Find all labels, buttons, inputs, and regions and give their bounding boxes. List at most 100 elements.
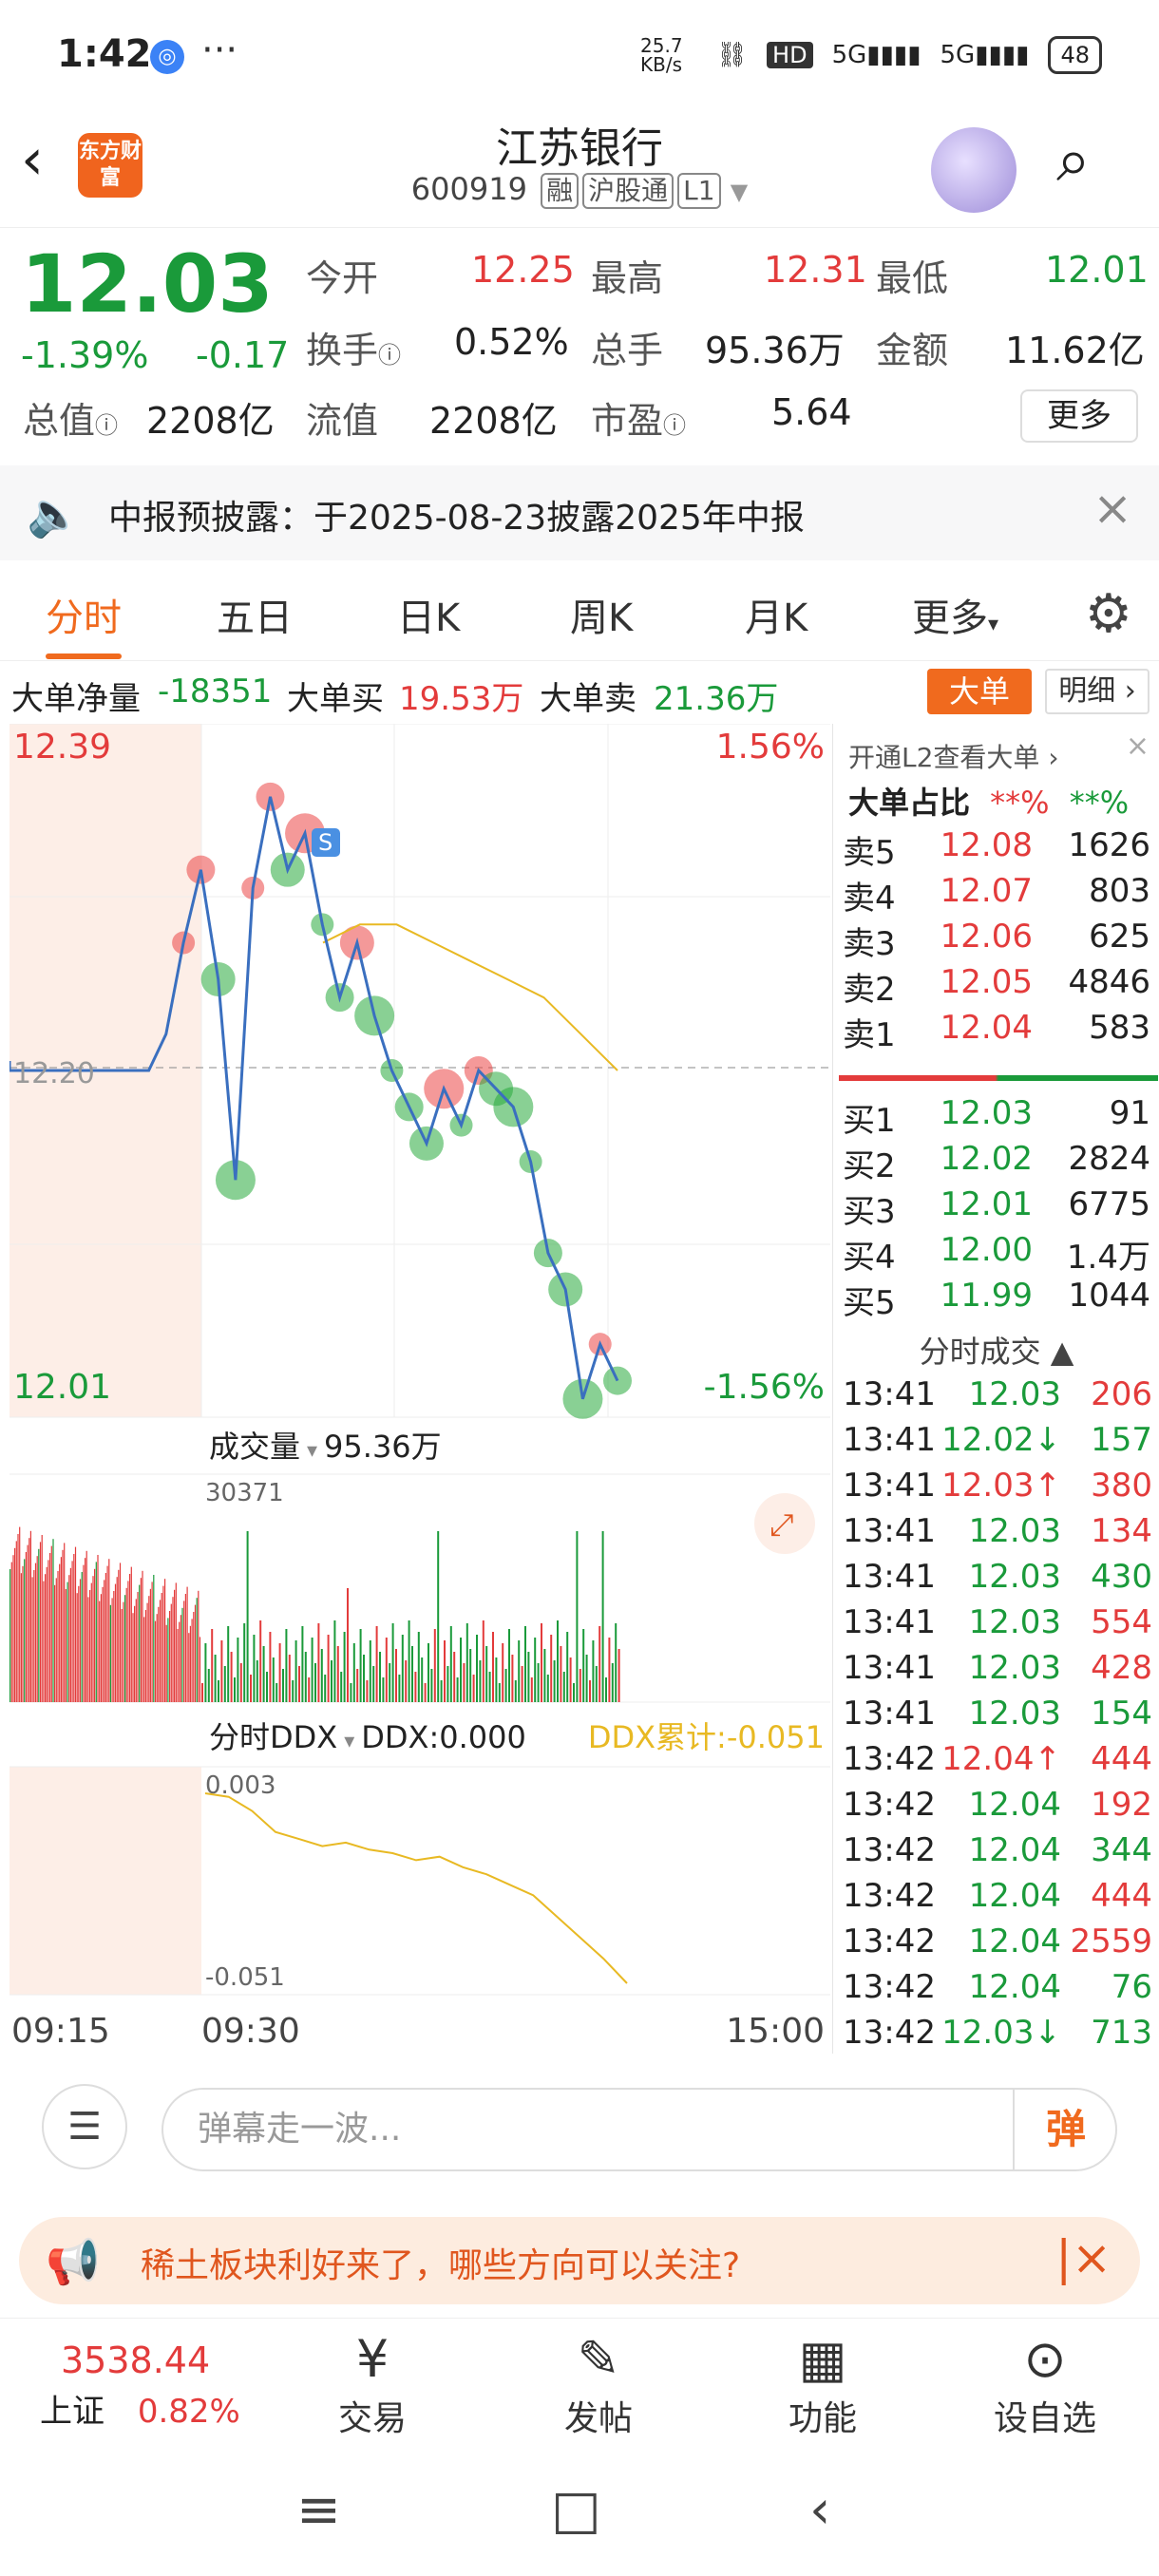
volume-bar — [121, 1609, 123, 1702]
tab-weekly-k[interactable]: 周K — [570, 587, 633, 642]
volume-bar — [41, 1535, 43, 1702]
trade-time: 13:41 — [843, 1695, 936, 1733]
trade-row[interactable]: 13:41 12.03 428 — [843, 1649, 1156, 1695]
sell-level-row[interactable]: 卖1 12.04 583 — [843, 1009, 1156, 1054]
volume-bar — [39, 1542, 42, 1702]
trade-row[interactable]: 13:41 12.02↓ 157 — [843, 1421, 1156, 1467]
volume-bar — [114, 1583, 117, 1702]
value-open: 12.25 — [471, 249, 575, 291]
danmu-toggle-button[interactable]: 弹 — [1013, 2088, 1117, 2171]
volume-bar — [189, 1625, 191, 1702]
trade-row[interactable]: 13:41 12.03 154 — [843, 1695, 1156, 1740]
tab-five-day[interactable]: 五日 — [217, 587, 293, 642]
value-pe: 5.64 — [771, 391, 852, 433]
volume-bar — [169, 1611, 171, 1702]
trade-volume: 154 — [1091, 1695, 1152, 1733]
level-price: 12.02 — [940, 1140, 1033, 1178]
search-icon[interactable]: ⌕ — [1056, 125, 1091, 196]
danmu-input[interactable]: 弹幕走一波... — [162, 2088, 1117, 2171]
trade-row[interactable]: 13:42 12.04 2559 — [843, 1923, 1156, 1968]
close-icon[interactable]: × — [1092, 481, 1132, 536]
report-notice[interactable]: 🔈 中报预披露：于2025-08-23披露2025年中报 × — [0, 465, 1159, 560]
home-icon[interactable]: □ — [551, 2479, 601, 2541]
l2-link[interactable]: 开通L2查看大单 › — [848, 737, 1059, 775]
volume-bar — [530, 1677, 533, 1702]
volume-bar — [385, 1638, 388, 1702]
volume-bar — [449, 1626, 452, 1702]
volume-bar — [19, 1526, 21, 1702]
sell-level-row[interactable]: 卖4 12.07 803 — [843, 872, 1156, 918]
gear-icon[interactable]: ⚙ — [1085, 583, 1132, 645]
index-ticker[interactable]: 3538.44 上证 0.82% — [40, 2339, 240, 2432]
volume-bar — [92, 1576, 94, 1702]
volume-bar — [453, 1652, 456, 1702]
buy-level-row[interactable]: 买2 12.02 2824 — [843, 1140, 1156, 1185]
volume-bar — [14, 1547, 16, 1702]
volume-bar — [184, 1594, 186, 1702]
info-icon[interactable]: ⓘ — [378, 342, 401, 369]
trade-row[interactable]: 13:42 12.04↑ 444 — [843, 1740, 1156, 1786]
volume-bar — [159, 1600, 162, 1702]
trade-row[interactable]: 13:42 12.04 192 — [843, 1786, 1156, 1831]
trade-row[interactable]: 13:42 12.03↓ 713 — [843, 2014, 1156, 2059]
status-time: 1:42 — [57, 32, 152, 76]
volume-bar — [615, 1623, 618, 1702]
trades-header[interactable]: 分时成交 ▲ — [833, 1328, 1159, 1372]
trade-volume: 344 — [1091, 1831, 1152, 1869]
tab-monthly-k[interactable]: 月K — [745, 587, 808, 642]
volume-bar — [324, 1675, 327, 1702]
info-icon[interactable]: ⓘ — [663, 412, 686, 439]
volume-bar — [350, 1683, 352, 1702]
buy-level-row[interactable]: 买3 12.01 6775 — [843, 1185, 1156, 1231]
value-float-cap: 2208亿 — [429, 400, 558, 442]
tab-more[interactable]: 更多▾ — [912, 587, 998, 642]
volume-bar — [444, 1640, 446, 1702]
buy-level-row[interactable]: 买1 12.03 91 — [843, 1094, 1156, 1140]
volume-bar — [52, 1539, 54, 1702]
sell-level-row[interactable]: 卖3 12.06 625 — [843, 918, 1156, 963]
trade-row[interactable]: 13:41 12.03↑ 380 — [843, 1467, 1156, 1512]
trade-row[interactable]: 13:41 12.03 206 — [843, 1375, 1156, 1421]
trade-row[interactable]: 13:41 12.03 430 — [843, 1558, 1156, 1603]
volume-bar — [87, 1597, 89, 1702]
trade-row[interactable]: 13:42 12.04 444 — [843, 1877, 1156, 1923]
volume-bar — [111, 1598, 113, 1702]
volume-bar — [469, 1649, 472, 1702]
trade-row[interactable]: 13:41 12.03 554 — [843, 1603, 1156, 1649]
volume-bar — [125, 1587, 127, 1702]
menu-icon[interactable]: ≡ — [296, 2479, 341, 2541]
trade-time: 13:41 — [843, 1603, 936, 1641]
tab-daily-k[interactable]: 日K — [397, 587, 460, 642]
sell-level-row[interactable]: 卖2 12.05 4846 — [843, 963, 1156, 1009]
buy-level-row[interactable]: 买5 11.99 1044 — [843, 1277, 1156, 1322]
nav-add-watchlist[interactable]: ⊙ 设自选 — [978, 2328, 1112, 2440]
trade-icon: ¥ — [355, 2329, 390, 2389]
nav-post[interactable]: ✎ 发帖 — [532, 2328, 665, 2440]
volume-bar — [331, 1660, 332, 1702]
detail-button[interactable]: 明细 › — [1045, 669, 1150, 714]
tab-intraday[interactable]: 分时 — [46, 587, 122, 642]
index-row: 上证 0.82% — [40, 2385, 240, 2432]
nav-trade[interactable]: ¥ 交易 — [306, 2328, 439, 2440]
trade-row[interactable]: 13:41 12.03 134 — [843, 1512, 1156, 1558]
danmu-settings-icon[interactable]: ☰ — [42, 2084, 127, 2169]
volume-bar — [546, 1675, 549, 1702]
more-button[interactable]: 更多 — [1020, 389, 1138, 443]
info-icon[interactable]: ⓘ — [95, 412, 118, 439]
volume-bar — [177, 1629, 179, 1702]
sell-level-row[interactable]: 卖5 12.08 1626 — [843, 826, 1156, 872]
nav-add-watchlist-label: 设自选 — [993, 2399, 1096, 2438]
back-nav-icon[interactable]: ‹ — [809, 2479, 830, 2541]
big-order-button[interactable]: 大单 — [927, 669, 1032, 714]
ddx-cum-line — [204, 1792, 628, 1984]
intraday-chart[interactable]: S 12.39 12.01 12.20 1.56% -1.56% 成交量 ▾ 9… — [10, 724, 830, 2044]
close-icon[interactable]: |× — [1055, 2230, 1112, 2285]
stock-code: 600919 — [410, 171, 527, 207]
assistant-avatar[interactable] — [931, 127, 1016, 213]
promo-banner[interactable]: 📢 稀土板块利好来了，哪些方向可以关注? |× — [19, 2217, 1140, 2304]
close-icon[interactable]: × — [1126, 729, 1150, 763]
trade-row[interactable]: 13:42 12.04 76 — [843, 1968, 1156, 2014]
buy-level-row[interactable]: 买4 12.00 1.4万 — [843, 1231, 1156, 1277]
nav-functions[interactable]: ▦ 功能 — [756, 2328, 889, 2440]
trade-row[interactable]: 13:42 12.04 344 — [843, 1831, 1156, 1877]
